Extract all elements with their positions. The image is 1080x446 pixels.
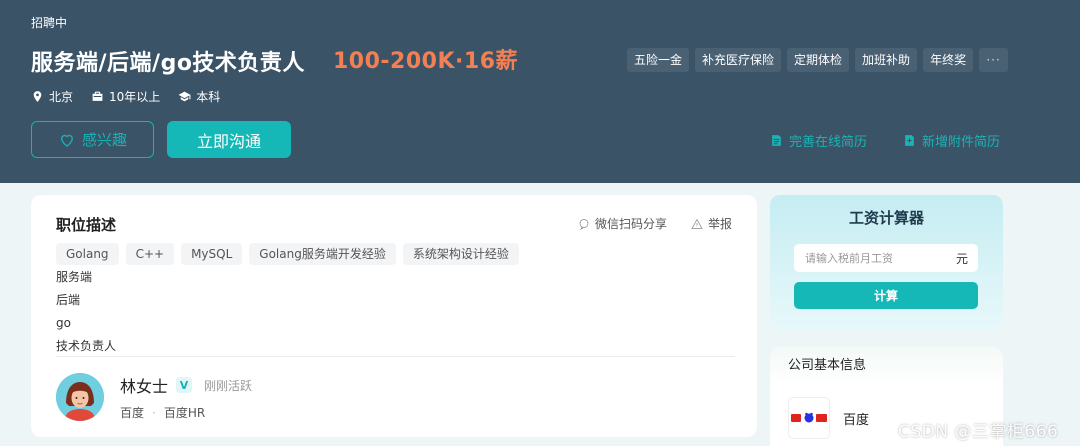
verified-badge-icon: V [176,377,193,393]
heart-icon [61,134,73,147]
job-header: 招聘中 服务端/后端/go技术负责人 100-200K·16薪 五险一金 补充医… [0,0,1080,183]
graduation-cap-icon [178,91,191,102]
benefit-tag: 年终奖 [923,48,974,72]
watermark: CSDN @三掌柜666 [898,422,1059,442]
skill-tag: MySQL [181,243,243,265]
company-info-title: 公司基本信息 [770,347,1003,384]
active-status: 刚刚活跃 [204,378,253,393]
education-text: 本科 [196,90,221,104]
currency-unit: 元 [956,252,969,266]
job-description-card: 职位描述 微信扫码分享 举报 Golang C++ MySQL Golang服务… [31,195,757,437]
separator: · [152,405,156,420]
experience-meta: 10年以上 [91,88,160,105]
location-text: 北京 [49,90,74,104]
resume-icon [772,135,781,146]
calculate-button[interactable]: 计算 [794,282,978,309]
attachment-file-icon [905,135,914,146]
more-benefits-button[interactable]: ··· [979,48,1009,72]
add-attachment-resume-link[interactable]: 新增附件简历 [903,131,1000,150]
report-label: 举报 [707,217,732,231]
benefit-tags: 五险一金 补充医疗保险 定期体检 加班补助 年终奖 ··· [627,48,1009,72]
divider [56,356,735,357]
chat-now-button[interactable]: 立即沟通 [167,121,291,158]
education-meta: 本科 [178,88,220,105]
skill-tags: Golang C++ MySQL Golang服务端开发经验 系统架构设计经验 [56,243,519,265]
job-description-title: 职位描述 [56,216,117,234]
company-name[interactable]: 百度 [843,409,869,428]
salary-calculator: 工资计算器 元 计算 [770,195,1003,332]
location-pin-icon [33,91,42,102]
wechat-icon [579,218,589,230]
recruiter-details: 林女士 V 刚刚活跃 百度 · 百度HR [120,373,252,421]
interest-label: 感兴趣 [81,131,127,149]
recruiter-line-1: 林女士 V 刚刚活跃 [120,373,252,397]
interest-button[interactable]: 感兴趣 [31,121,154,158]
description-line: 服务端 [56,270,93,284]
recruiter-line-2: 百度 · 百度HR [120,404,252,421]
job-meta: 北京 10年以上 本科 [31,88,220,105]
card-actions: 微信扫码分享 举报 [578,215,732,232]
warning-icon [691,218,703,229]
monthly-salary-input[interactable] [794,244,978,272]
salary-range: 100-200K·16薪 [333,49,518,74]
description-line: go [56,316,71,330]
company-logo[interactable] [788,397,830,439]
wechat-share-label: 微信扫码分享 [594,217,667,231]
report-link[interactable]: 举报 [691,215,732,232]
complete-online-resume-link[interactable]: 完善在线简历 [770,131,867,150]
job-title: 服务端/后端/go技术负责人 [31,51,305,76]
benefit-tag: 定期体检 [787,48,850,72]
briefcase-icon [92,91,103,101]
recruiting-status: 招聘中 [31,16,68,30]
skill-tag: Golang服务端开发经验 [249,243,396,265]
skill-tag: Golang [56,243,119,265]
recruiter-company: 百度 [120,406,145,420]
recruiter-info: 林女士 V 刚刚活跃 百度 · 百度HR [56,373,252,421]
description-line: 后端 [56,293,81,307]
recruiter-avatar[interactable] [56,373,104,421]
recruiter-title: 百度HR [163,406,206,420]
recruiter-avatar-illustration [56,373,104,421]
benefit-tag: 加班补助 [855,48,918,72]
benefit-tag: 五险一金 [627,48,690,72]
skill-tag: C++ [125,243,175,265]
wechat-share-link[interactable]: 微信扫码分享 [578,215,667,232]
baidu-logo-icon [791,412,827,423]
complete-online-resume-label: 完善在线简历 [789,135,868,150]
experience-text: 10年以上 [109,90,161,104]
recruiter-name: 林女士 [120,377,169,396]
job-description-text: 服务端 后端 go 技术负责人 [56,268,116,360]
calculator-title: 工资计算器 [848,209,924,227]
skill-tag: 系统架构设计经验 [402,243,519,265]
benefit-tag: 补充医疗保险 [695,48,782,72]
location-meta: 北京 [31,88,73,105]
add-attachment-resume-label: 新增附件简历 [922,135,1001,150]
